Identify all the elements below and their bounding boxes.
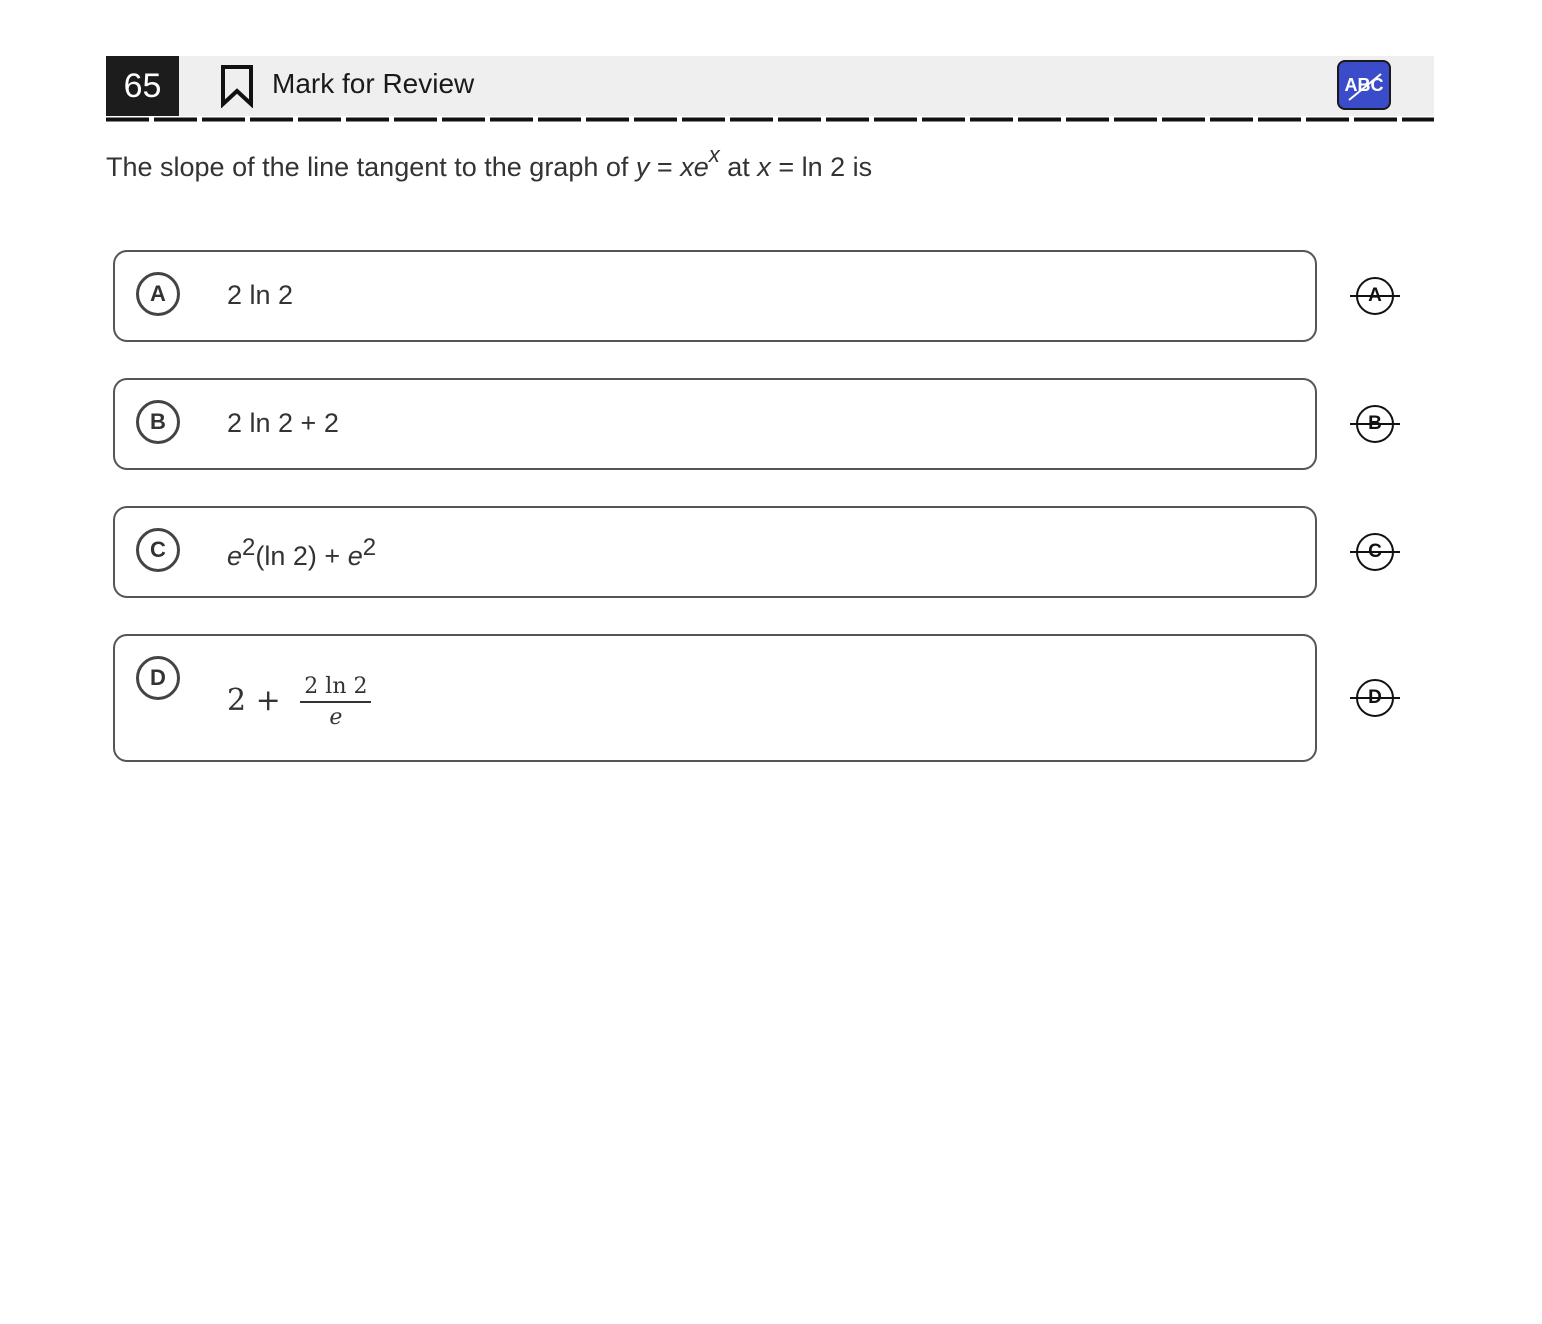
strike-line-a bbox=[1350, 295, 1400, 297]
choice-d-denominator: e bbox=[329, 705, 343, 730]
choice-c-middle: (ln 2) + bbox=[255, 541, 348, 571]
question-number: 65 bbox=[106, 56, 179, 116]
equation-xe: xe bbox=[680, 152, 709, 182]
equation-y: y bbox=[635, 152, 650, 182]
choice-text-b: 2 ln 2 + 2 bbox=[227, 408, 339, 438]
choice-d-numerator: 2 ln 2 bbox=[300, 674, 372, 703]
question-prefix: The slope of the line tangent to the gra… bbox=[106, 152, 629, 182]
strike-line-d bbox=[1350, 697, 1400, 699]
equation-equals: = bbox=[656, 152, 673, 182]
choice-letter-a: A bbox=[136, 272, 180, 316]
choice-c-e1: e bbox=[227, 541, 243, 571]
answer-choice-a[interactable]: A 2 ln 2 bbox=[113, 250, 1317, 342]
strikethrough-icon bbox=[1348, 73, 1382, 101]
equation-exponent: x bbox=[708, 142, 720, 167]
equation-equals-2: = bbox=[778, 152, 795, 182]
answer-eliminator-toggle[interactable]: ABC bbox=[1337, 60, 1391, 110]
eliminate-choice-d-button[interactable]: D bbox=[1350, 678, 1400, 718]
strike-line-b bbox=[1350, 423, 1400, 425]
choice-letter-d: D bbox=[136, 656, 180, 700]
answer-choice-b[interactable]: B 2 ln 2 + 2 bbox=[113, 378, 1317, 470]
equation-at-x: x bbox=[757, 152, 771, 182]
eliminate-choice-c-button[interactable]: C bbox=[1350, 532, 1400, 572]
choice-text-c: e2(ln 2) + e2 bbox=[227, 534, 376, 572]
question-at-value: ln 2 is bbox=[801, 152, 873, 182]
choice-c-e2: e bbox=[347, 541, 363, 571]
eliminate-choice-a-button[interactable]: A bbox=[1350, 276, 1400, 316]
header-dashed-divider bbox=[106, 117, 1434, 122]
choice-d-lead: 2 + bbox=[227, 683, 291, 718]
choice-c-exp1: 2 bbox=[242, 534, 256, 561]
eliminate-choice-b-button[interactable]: B bbox=[1350, 404, 1400, 444]
choice-text-a: 2 ln 2 bbox=[227, 280, 294, 310]
answer-choice-d[interactable]: D 2 + 2 ln 2e bbox=[113, 634, 1317, 762]
answer-choice-c[interactable]: C e2(ln 2) + e2 bbox=[113, 506, 1317, 598]
choice-letter-c: C bbox=[136, 528, 180, 572]
choice-text-d: 2 + 2 ln 2e bbox=[227, 674, 372, 730]
choice-d-fraction: 2 ln 2e bbox=[300, 674, 372, 730]
choice-c-exp2: 2 bbox=[362, 534, 377, 561]
question-middle: at bbox=[727, 152, 750, 182]
bookmark-icon[interactable] bbox=[219, 64, 255, 108]
question-prompt: The slope of the line tangent to the gra… bbox=[106, 142, 873, 183]
mark-for-review-label[interactable]: Mark for Review bbox=[272, 68, 474, 100]
question-header: 65 Mark for Review ABC bbox=[106, 56, 1434, 116]
choice-letter-b: B bbox=[136, 400, 180, 444]
strike-line-c bbox=[1350, 551, 1400, 553]
